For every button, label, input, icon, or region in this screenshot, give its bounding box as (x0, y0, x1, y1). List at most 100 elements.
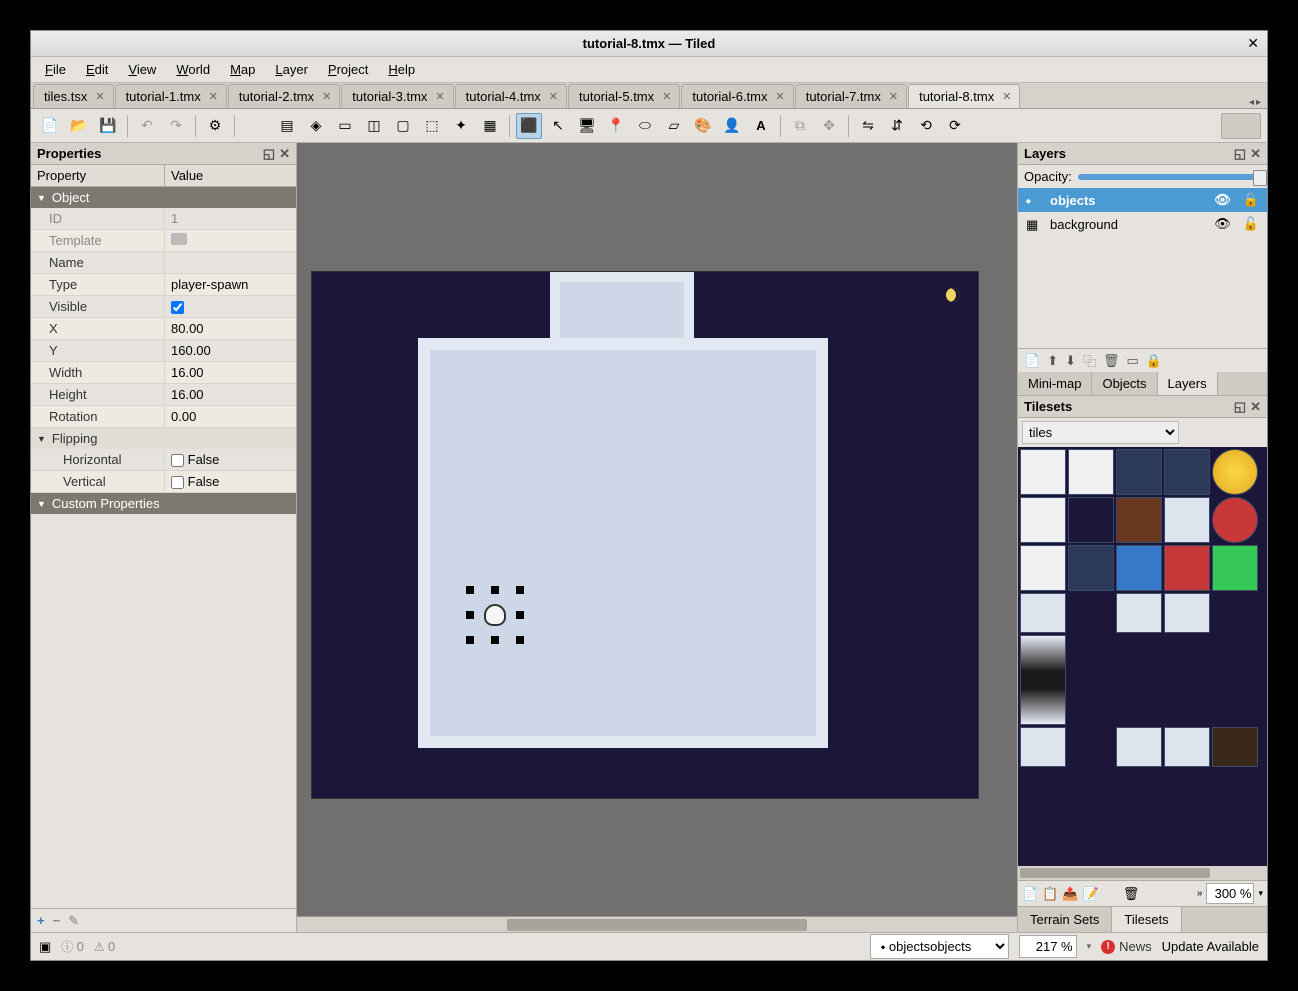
menu-world[interactable]: World (168, 59, 218, 80)
terrain-icon[interactable]: ◈ (303, 113, 329, 139)
status-layer-select[interactable]: ⬩ objectsobjects (870, 934, 1009, 959)
menu-layer[interactable]: Layer (267, 59, 316, 80)
flip-v-checkbox[interactable] (171, 476, 184, 489)
move-icon[interactable]: ✥ (816, 113, 842, 139)
tab-tutorial-1[interactable]: tutorial-1.tmx✕ (115, 84, 227, 108)
shape-fill-icon[interactable]: ◫ (361, 113, 387, 139)
horizontal-scrollbar[interactable] (297, 916, 1017, 932)
tab-layers[interactable]: Layers (1158, 372, 1218, 395)
tab-tutorial-4[interactable]: tutorial-4.tmx✕ (455, 84, 567, 108)
tab-right-icon[interactable]: ▸ (1256, 97, 1261, 108)
tab-tutorial-8[interactable]: tutorial-8.tmx✕ (908, 84, 1020, 108)
close-icon[interactable]: ✕ (662, 90, 671, 103)
redo-icon[interactable]: ↷ (163, 113, 189, 139)
menu-file[interactable]: File (37, 59, 74, 80)
visibility-icon[interactable]: 👁 (1214, 192, 1231, 208)
attach-icon[interactable]: ⧉ (787, 113, 813, 139)
tab-tutorial-7[interactable]: tutorial-7.tmx✕ (795, 84, 907, 108)
edit-polygon-icon[interactable]: ↖ (545, 113, 571, 139)
remove-property-icon[interactable]: − (53, 913, 61, 928)
close-icon[interactable]: ✕ (322, 90, 331, 103)
insert-point-icon[interactable]: 📍 (603, 113, 629, 139)
update-available[interactable]: Update Available (1162, 939, 1259, 954)
select-rect-icon[interactable]: ⬚ (419, 113, 445, 139)
close-icon[interactable]: ✕ (1247, 35, 1259, 52)
add-property-icon[interactable]: + (37, 913, 45, 928)
close-icon[interactable]: ✕ (889, 90, 898, 103)
group-object[interactable]: ▼Object (31, 187, 296, 208)
close-icon[interactable]: ✕ (1002, 90, 1011, 103)
layer-item-objects[interactable]: ⬩ objects 👁 🔓 (1018, 188, 1267, 212)
show-layer-icon[interactable]: ▭ (1125, 351, 1141, 371)
close-icon[interactable]: ✕ (1250, 146, 1261, 162)
lock-layer-icon[interactable]: 🔒 (1144, 351, 1164, 371)
menu-edit[interactable]: Edit (78, 59, 116, 80)
visible-checkbox[interactable] (171, 301, 184, 314)
edit-property-icon[interactable]: ✎ (68, 913, 79, 929)
rotate-l-icon[interactable]: ⟲ (913, 113, 939, 139)
close-icon[interactable]: ✕ (1250, 399, 1261, 415)
lock-icon[interactable]: 🔓 (1243, 192, 1259, 208)
tab-tutorial-3[interactable]: tutorial-3.tmx✕ (341, 84, 453, 108)
tab-tutorial-5[interactable]: tutorial-5.tmx✕ (568, 84, 680, 108)
opacity-slider[interactable] (1078, 174, 1261, 180)
tab-terrain-sets[interactable]: Terrain Sets (1018, 907, 1112, 932)
fill-icon[interactable]: ▭ (332, 113, 358, 139)
tab-tilesets[interactable]: Tilesets (1112, 907, 1181, 932)
delete-layer-icon[interactable]: 🗑 (1101, 351, 1122, 371)
news-button[interactable]: ! News (1101, 939, 1152, 954)
tab-minimap[interactable]: Mini-map (1018, 372, 1092, 395)
selected-object[interactable] (470, 590, 520, 640)
close-icon[interactable]: ✕ (776, 90, 785, 103)
close-icon[interactable]: ✕ (95, 90, 104, 103)
move-down-icon[interactable]: ⬇ (1063, 351, 1078, 371)
flip-v-icon[interactable]: ⇵ (884, 113, 910, 139)
lock-icon[interactable]: 🔓 (1243, 216, 1259, 232)
group-custom[interactable]: ▼Custom Properties (31, 493, 296, 514)
close-icon[interactable]: ✕ (549, 90, 558, 103)
tab-objects[interactable]: Objects (1092, 372, 1157, 395)
insert-template-icon[interactable]: 👤 (719, 113, 745, 139)
new-tileset-icon[interactable]: 📄 (1022, 886, 1038, 902)
save-file-icon[interactable]: 💾 (95, 113, 121, 139)
insert-tile-icon[interactable]: 🎨 (690, 113, 716, 139)
edit-tileset-icon[interactable]: 📝 (1083, 886, 1099, 902)
stamp-icon[interactable]: ▤ (274, 113, 300, 139)
tileset-select[interactable]: tiles (1022, 421, 1179, 444)
flip-h-checkbox[interactable] (171, 454, 184, 467)
menu-map[interactable]: Map (222, 59, 263, 80)
wand-icon[interactable]: ✦ (448, 113, 474, 139)
rotate-r-icon[interactable]: ⟳ (942, 113, 968, 139)
delete-tileset-icon[interactable]: 🗑 (1123, 886, 1140, 902)
tab-tutorial-2[interactable]: tutorial-2.tmx✕ (228, 84, 340, 108)
undo-icon[interactable]: ↶ (134, 113, 160, 139)
tab-tiles-tsx[interactable]: tiles.tsx✕ (33, 84, 114, 108)
eraser-icon[interactable]: ▢ (390, 113, 416, 139)
layer-list[interactable]: ⬩ objects 👁 🔓 ▦ background 👁 🔓 (1018, 188, 1267, 348)
tileset-scrollbar[interactable] (1018, 866, 1267, 880)
move-up-icon[interactable]: ⬆ (1045, 351, 1060, 371)
same-tile-icon[interactable]: ▦ (477, 113, 503, 139)
new-file-icon[interactable]: 📄 (37, 113, 63, 139)
map-canvas[interactable] (311, 271, 979, 799)
open-file-icon[interactable]: 📂 (66, 113, 92, 139)
console-icon[interactable]: ▣ (39, 939, 51, 955)
export-tileset-icon[interactable]: 📤 (1062, 886, 1078, 902)
restore-icon[interactable]: ◱ (1234, 146, 1246, 162)
close-icon[interactable]: ✕ (435, 90, 444, 103)
map-view[interactable] (297, 143, 1017, 932)
tab-left-icon[interactable]: ◂ (1249, 97, 1254, 108)
zoom-arrows-icon[interactable]: » (1197, 888, 1203, 899)
restore-icon[interactable]: ◱ (263, 146, 275, 162)
tileset-zoom-input[interactable] (1206, 883, 1254, 904)
duplicate-layer-icon[interactable]: ⿻ (1081, 349, 1098, 372)
zoom-dropdown-icon[interactable]: ▾ (1258, 888, 1263, 899)
menu-view[interactable]: View (120, 59, 164, 80)
insert-text-icon[interactable]: A (748, 113, 774, 139)
flip-h-icon[interactable]: ⇋ (855, 113, 881, 139)
embed-tileset-icon[interactable]: 📋 (1042, 886, 1058, 902)
tab-tutorial-6[interactable]: tutorial-6.tmx✕ (681, 84, 793, 108)
close-icon[interactable]: ✕ (209, 90, 218, 103)
tileset-canvas[interactable] (1018, 447, 1267, 866)
menu-help[interactable]: Help (380, 59, 423, 80)
